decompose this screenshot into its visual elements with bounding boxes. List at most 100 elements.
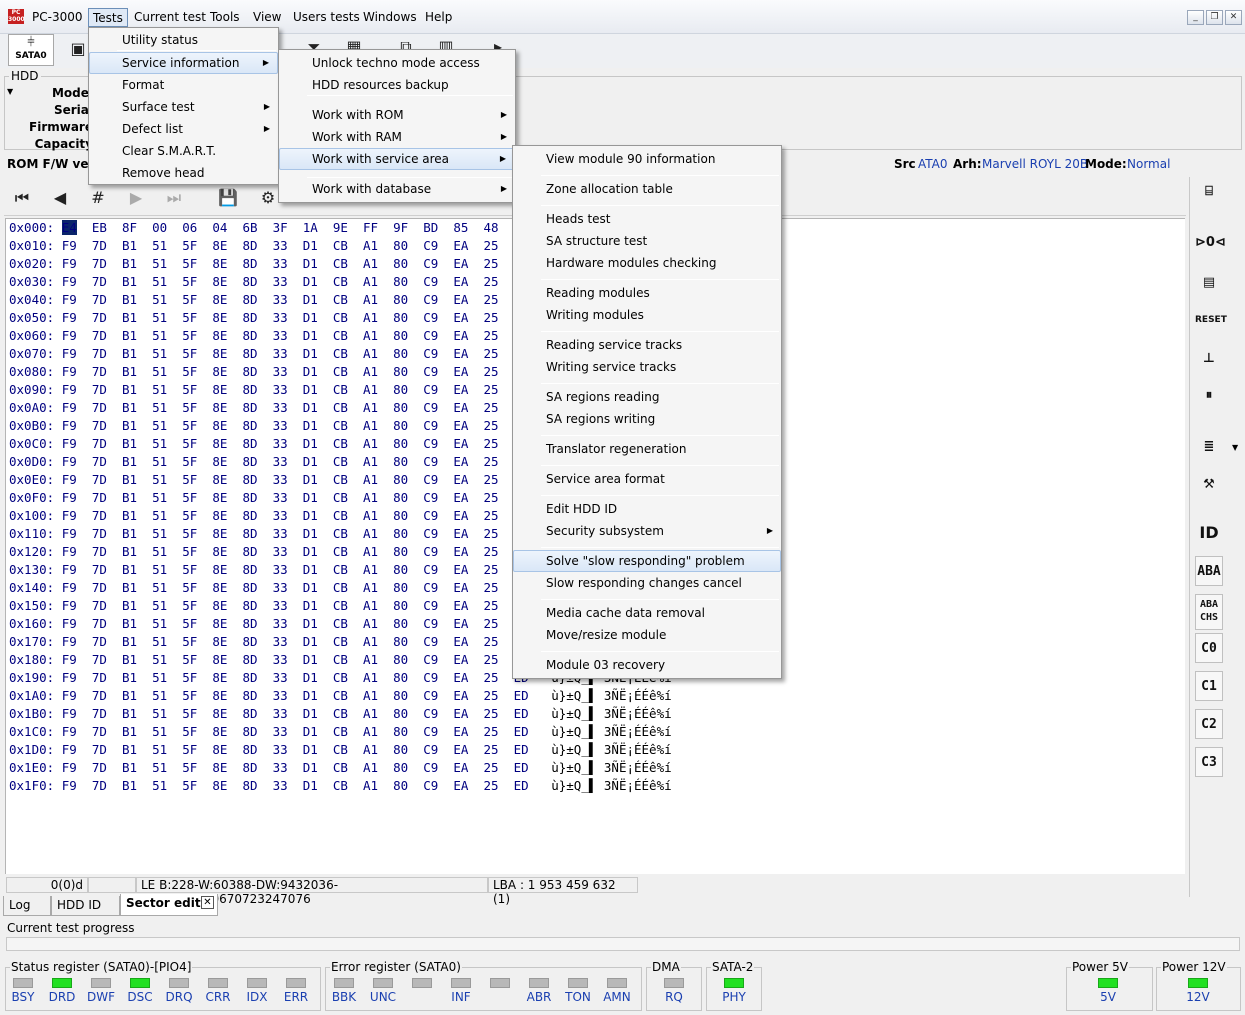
hex-byte[interactable]: EA [453, 652, 468, 667]
hex-byte[interactable]: 5F [182, 706, 197, 721]
menu-view[interactable]: View [249, 8, 285, 27]
hex-byte[interactable]: 5F [182, 562, 197, 577]
hex-byte[interactable]: 25 [483, 508, 498, 523]
hex-byte[interactable]: 8D [242, 526, 257, 541]
hex-byte[interactable]: 80 [393, 706, 408, 721]
hex-byte[interactable]: 33 [273, 598, 288, 613]
hex-byte[interactable]: 8E [212, 544, 227, 559]
hex-byte[interactable]: 51 [152, 310, 167, 325]
hex-byte[interactable]: C9 [423, 292, 438, 307]
hex-byte[interactable]: 80 [393, 238, 408, 253]
hex-byte[interactable]: CB [333, 418, 348, 433]
hex-byte[interactable]: 51 [152, 598, 167, 613]
hex-byte[interactable]: 5F [182, 436, 197, 451]
hex-byte[interactable]: 5F [182, 310, 197, 325]
hex-byte[interactable]: D1 [303, 616, 318, 631]
hex-byte[interactable]: 25 [483, 256, 498, 271]
hex-byte[interactable]: D1 [303, 634, 318, 649]
hex-byte[interactable]: CB [333, 616, 348, 631]
hex-byte[interactable]: 25 [483, 670, 498, 685]
close-icon[interactable]: ✕ [1225, 10, 1242, 25]
hex-byte[interactable]: EA [453, 490, 468, 505]
hex-byte[interactable]: A1 [363, 346, 378, 361]
hex-byte[interactable]: 80 [393, 544, 408, 559]
hex-byte[interactable]: C9 [423, 508, 438, 523]
hex-byte[interactable]: F9 [62, 742, 77, 757]
hex-byte[interactable]: D1 [303, 382, 318, 397]
hex-byte[interactable]: 25 [483, 544, 498, 559]
hex-byte[interactable]: 25 [483, 706, 498, 721]
hex-byte[interactable]: 5F [182, 292, 197, 307]
hex-byte[interactable]: C9 [423, 526, 438, 541]
hex-byte[interactable]: CB [333, 562, 348, 577]
service-menu-item[interactable]: HDD resources backup [279, 74, 515, 96]
hex-byte[interactable]: A1 [363, 490, 378, 505]
hex-byte[interactable]: CB [333, 436, 348, 451]
hex-byte[interactable]: 8D [242, 256, 257, 271]
menu-tools[interactable]: Tools [206, 8, 244, 27]
hex-byte[interactable]: C9 [423, 706, 438, 721]
hex-byte[interactable]: 8D [242, 292, 257, 307]
hex-byte[interactable]: EA [453, 418, 468, 433]
hex-byte[interactable]: B1 [122, 382, 137, 397]
hex-byte[interactable]: F9 [62, 364, 77, 379]
hex-byte[interactable]: ED [514, 760, 529, 775]
hex-byte[interactable]: D1 [303, 706, 318, 721]
hex-byte[interactable]: 80 [393, 562, 408, 577]
hex-byte[interactable]: A1 [363, 310, 378, 325]
hex-byte[interactable]: 5F [182, 274, 197, 289]
hex-byte[interactable]: 8D [242, 400, 257, 415]
hex-byte[interactable]: 8D [242, 742, 257, 757]
first-sector-icon[interactable]: ⏮ [8, 185, 36, 211]
hex-byte[interactable]: B1 [122, 778, 137, 793]
hex-byte[interactable]: CB [333, 472, 348, 487]
hex-byte[interactable]: A1 [363, 418, 378, 433]
hex-byte[interactable]: 8D [242, 310, 257, 325]
hex-byte[interactable]: 51 [152, 256, 167, 271]
hex-byte[interactable]: 8D [242, 490, 257, 505]
hex-byte[interactable]: C9 [423, 490, 438, 505]
hex-byte[interactable]: 5F [182, 598, 197, 613]
menu-current-test[interactable]: Current test [130, 8, 210, 27]
hex-byte[interactable]: 33 [273, 364, 288, 379]
hex-byte[interactable]: D1 [303, 508, 318, 523]
hex-byte[interactable]: 51 [152, 724, 167, 739]
hex-byte[interactable]: 9E [333, 220, 348, 235]
hex-byte[interactable]: B1 [122, 490, 137, 505]
hex-byte[interactable]: F9 [62, 274, 77, 289]
hex-byte[interactable]: 7D [92, 472, 107, 487]
hex-byte[interactable]: 7D [92, 742, 107, 757]
hex-byte[interactable]: A1 [363, 616, 378, 631]
hex-byte[interactable]: 8E [212, 274, 227, 289]
sa-menu-item[interactable]: Service area format [513, 468, 781, 490]
hex-byte[interactable]: 33 [273, 580, 288, 595]
menu-tests[interactable]: Tests [88, 8, 128, 27]
hex-byte[interactable]: C9 [423, 400, 438, 415]
hex-byte[interactable]: 06 [182, 220, 197, 235]
hex-byte[interactable]: 9F [393, 220, 408, 235]
hex-byte[interactable]: CB [333, 688, 348, 703]
hex-byte[interactable]: A1 [363, 544, 378, 559]
hex-byte[interactable]: 7D [92, 328, 107, 343]
hex-byte[interactable]: 7D [92, 238, 107, 253]
hex-byte[interactable]: C9 [423, 418, 438, 433]
hex-byte[interactable]: 8E [212, 688, 227, 703]
hex-byte[interactable]: CB [333, 580, 348, 595]
sa-menu-item[interactable]: Media cache data removal [513, 602, 781, 624]
hex-byte[interactable]: 51 [152, 490, 167, 505]
hex-byte[interactable]: C9 [423, 724, 438, 739]
hex-byte[interactable]: EA [453, 706, 468, 721]
hex-byte[interactable]: 25 [483, 328, 498, 343]
hex-byte[interactable]: 7D [92, 490, 107, 505]
hex-byte[interactable]: A1 [363, 742, 378, 757]
hex-byte[interactable]: EA [453, 238, 468, 253]
hex-byte[interactable]: C9 [423, 670, 438, 685]
hex-byte[interactable]: 25 [483, 382, 498, 397]
hex-byte[interactable]: BD [423, 220, 438, 235]
hex-byte[interactable]: D1 [303, 454, 318, 469]
hex-byte[interactable]: C9 [423, 346, 438, 361]
hex-byte[interactable]: B1 [122, 328, 137, 343]
hex-byte[interactable]: ED [514, 724, 529, 739]
hex-byte[interactable]: 25 [483, 580, 498, 595]
hex-byte[interactable]: 33 [273, 400, 288, 415]
